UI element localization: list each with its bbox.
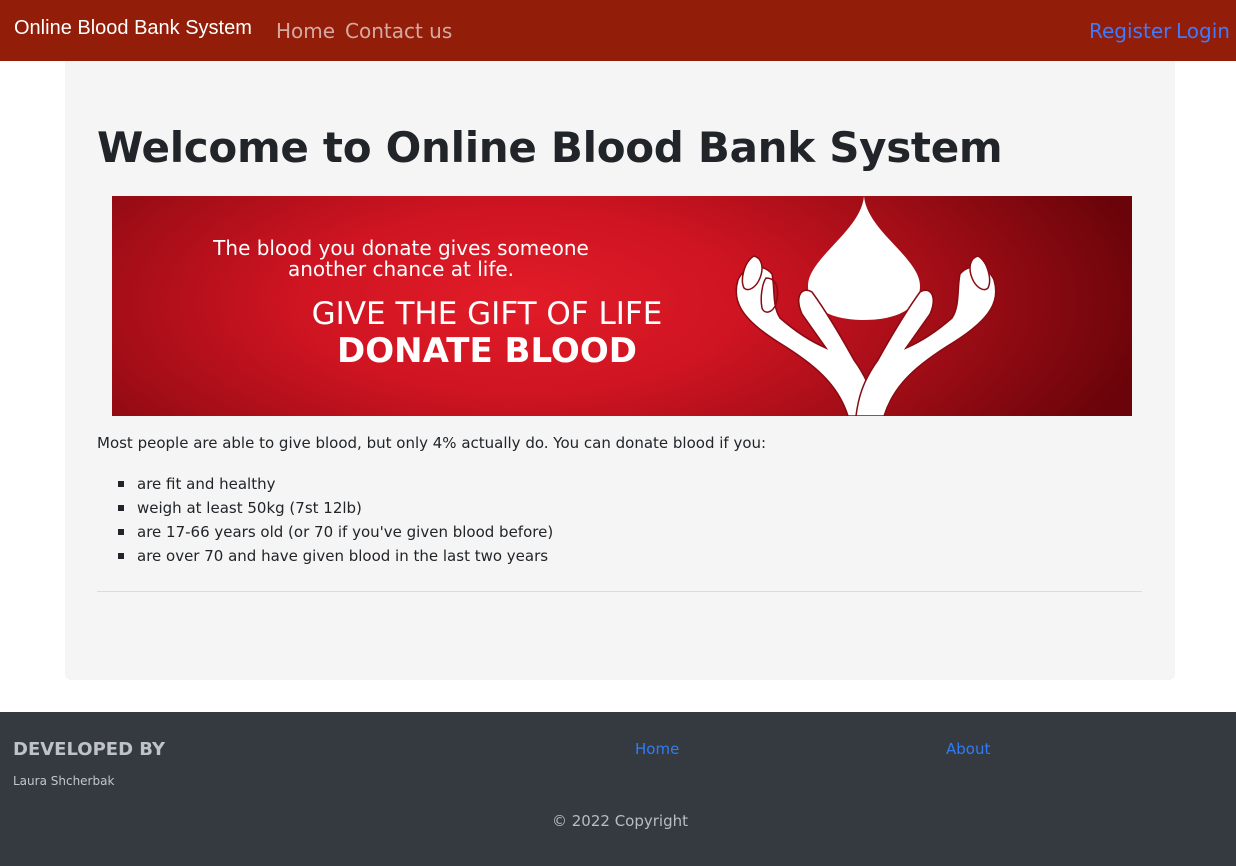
square-bullet-icon bbox=[118, 553, 124, 559]
page-title: Welcome to Online Blood Bank System bbox=[97, 123, 1003, 172]
requirement-item: weigh at least 50kg (7st 12lb) bbox=[97, 498, 553, 522]
top-navbar: Online Blood Bank System Home Contact us… bbox=[0, 0, 1236, 61]
blood-drop-icon bbox=[808, 196, 920, 320]
requirement-item: are 17-66 years old (or 70 if you've giv… bbox=[97, 522, 553, 546]
requirement-text: are 17-66 years old (or 70 if you've giv… bbox=[137, 523, 554, 541]
square-bullet-icon bbox=[118, 481, 124, 487]
nav-link-register[interactable]: Register bbox=[1089, 19, 1171, 43]
banner-headline: GIVE THE GIFT OF LIFE bbox=[312, 296, 663, 332]
welcome-jumbotron: Welcome to Online Blood Bank System The … bbox=[65, 61, 1175, 680]
banner-artwork: The blood you donate gives someone anoth… bbox=[212, 196, 997, 416]
brand-link[interactable]: Online Blood Bank System bbox=[14, 17, 252, 40]
requirement-item: are over 70 and have given blood in the … bbox=[97, 546, 553, 570]
square-bullet-icon bbox=[118, 529, 124, 535]
donor-requirements-list: are fit and healthy weigh at least 50kg … bbox=[97, 474, 553, 570]
banner-subheadline: DONATE BLOOD bbox=[337, 331, 637, 371]
square-bullet-icon bbox=[118, 505, 124, 511]
developer-name: Laura Shcherbak bbox=[13, 774, 115, 788]
donation-intro-text: Most people are able to give blood, but … bbox=[97, 434, 767, 452]
nav-link-login[interactable]: Login bbox=[1176, 19, 1230, 43]
donate-blood-banner: The blood you donate gives someone anoth… bbox=[112, 196, 1132, 416]
page-footer: DEVELOPED BY Laura Shcherbak Home About … bbox=[0, 712, 1236, 866]
requirement-text: weigh at least 50kg (7st 12lb) bbox=[137, 499, 362, 517]
nav-link-contact-us[interactable]: Contact us bbox=[345, 19, 452, 43]
developed-by-heading: DEVELOPED BY bbox=[13, 739, 166, 760]
requirement-text: are fit and healthy bbox=[137, 475, 276, 493]
section-divider bbox=[97, 591, 1142, 592]
copyright-text: © 2022 Copyright bbox=[551, 812, 688, 830]
requirement-item: are fit and healthy bbox=[97, 474, 553, 498]
footer-link-about[interactable]: About bbox=[946, 740, 990, 758]
requirement-text: are over 70 and have given blood in the … bbox=[137, 547, 549, 565]
nav-link-home[interactable]: Home bbox=[276, 19, 335, 43]
banner-line-2: another chance at life. bbox=[288, 257, 514, 281]
footer-link-home[interactable]: Home bbox=[635, 740, 679, 758]
